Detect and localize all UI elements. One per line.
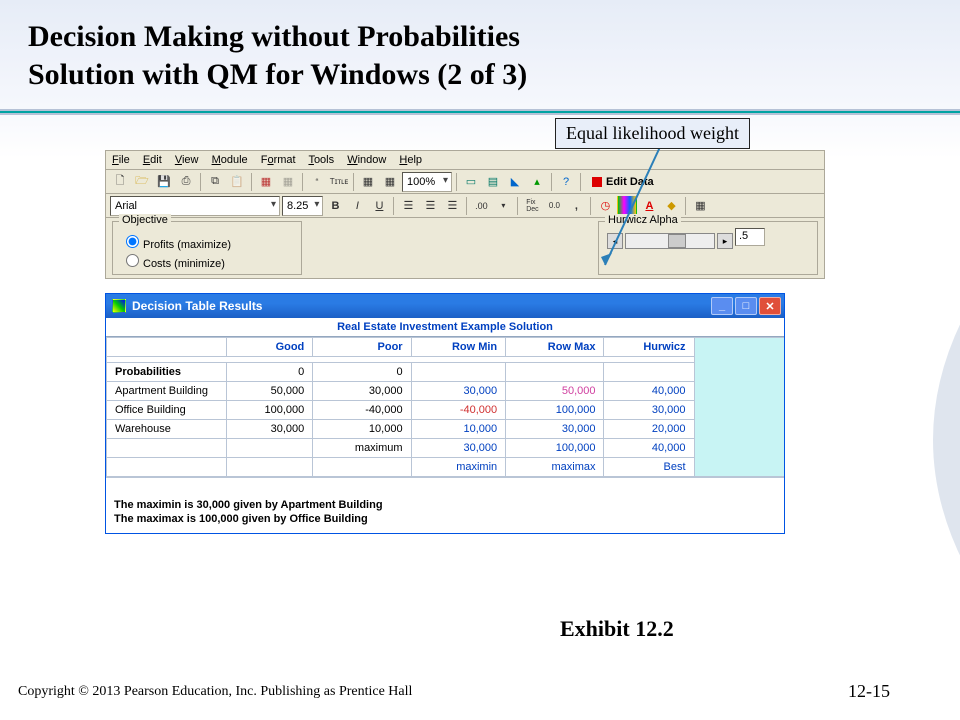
alpha-value: .5 — [735, 228, 765, 246]
cal1-icon[interactable]: ▦ — [358, 172, 378, 192]
col-rowmax: Row Max — [506, 338, 604, 357]
fixdec-button[interactable]: FixDec — [522, 196, 542, 216]
table-row: Probabilities 0 0 — [107, 363, 785, 382]
help-icon[interactable]: ? — [556, 172, 576, 192]
grid2-icon[interactable]: ▦ — [278, 172, 298, 192]
toolbar-standard: 🗋 🗁 💾 ⎙ ⧉ 📋 ▦ ▦ “ Tɪᴛʟᴇ ▦ ▦ 100% ▭ ▤ ◣ ▴… — [105, 170, 825, 194]
align-left-icon[interactable]: ☰ — [398, 196, 418, 216]
menu-help[interactable]: Help — [399, 154, 422, 166]
callout-equal-likelihood: Equal likelihood weight — [555, 118, 750, 149]
size-combo[interactable]: 8.25 — [282, 196, 323, 216]
col-blank — [107, 338, 227, 357]
table-row: Office Building 100,000 -40,000 -40,000 … — [107, 401, 785, 420]
copyright-text: Copyright © 2013 Pearson Education, Inc.… — [18, 684, 412, 700]
divider-band — [0, 109, 960, 115]
open-icon[interactable]: 🗁 — [132, 172, 152, 192]
app-icon — [112, 299, 126, 313]
summary-row: maximum 30,000 100,000 40,000 — [107, 439, 785, 458]
table-caption: Real Estate Investment Example Solution — [106, 318, 784, 337]
note-maximin: The maximin is 30,000 given by Apartment… — [114, 498, 776, 512]
objective-title: Objective — [119, 214, 171, 226]
menu-window[interactable]: Window — [347, 154, 386, 166]
radio-profits[interactable]: Profits (maximize) — [121, 232, 293, 251]
align-right-icon[interactable]: ☰ — [442, 196, 462, 216]
alpha-scroll-track[interactable] — [625, 233, 715, 249]
objective-group: Objective Profits (maximize) Costs (mini… — [112, 221, 302, 275]
calc-icon[interactable]: ▤ — [483, 172, 503, 192]
edit-data-button[interactable]: Edit Data — [585, 174, 661, 190]
exhibit-label: Exhibit 12.2 — [560, 616, 674, 642]
menu-edit[interactable]: Edit — [143, 154, 162, 166]
table-row: Apartment Building 50,000 30,000 30,000 … — [107, 382, 785, 401]
maximize-button[interactable]: □ — [735, 297, 757, 315]
zerozero-button[interactable]: 0.0 — [544, 196, 564, 216]
table-row: Warehouse 30,000 10,000 10,000 30,000 20… — [107, 420, 785, 439]
bold-button[interactable]: B — [325, 196, 345, 216]
col-poor: Poor — [313, 338, 411, 357]
note-maximax: The maximax is 100,000 given by Office B… — [114, 512, 776, 526]
chevron-down-icon[interactable]: ▾ — [493, 196, 513, 216]
alpha-scroll-right[interactable]: ▸ — [717, 233, 733, 249]
qm-screenshot: File Edit View Module Format Tools Windo… — [105, 150, 825, 534]
comma-button[interactable]: , — [566, 196, 586, 216]
chart-icon[interactable]: ◣ — [505, 172, 525, 192]
menu-view[interactable]: View — [175, 154, 199, 166]
decimal-button[interactable]: .00 — [471, 196, 491, 216]
radio-costs[interactable]: Costs (minimize) — [121, 251, 293, 270]
page-number: 12-15 — [848, 681, 890, 702]
quote-icon[interactable]: “ — [307, 172, 327, 192]
col-rowmin: Row Min — [411, 338, 506, 357]
title-line-2: Solution with QM for Windows (2 of 3) — [28, 58, 527, 91]
alpha-scroll-thumb[interactable] — [668, 234, 686, 248]
menu-format[interactable]: Format — [261, 154, 296, 166]
italic-button[interactable]: I — [347, 196, 367, 216]
screen-icon[interactable]: ▭ — [461, 172, 481, 192]
criteria-row: maximin maximax Best — [107, 458, 785, 477]
minimize-button[interactable]: _ — [711, 297, 733, 315]
fill-color-icon[interactable]: ◆ — [661, 196, 681, 216]
menubar[interactable]: File Edit View Module Format Tools Windo… — [105, 150, 825, 170]
menu-file[interactable]: File — [112, 154, 130, 166]
decorative-arcs — [820, 260, 960, 620]
font-combo[interactable]: Arial — [110, 196, 280, 216]
text-color-icon[interactable]: A — [639, 196, 659, 216]
copy-icon[interactable]: ⧉ — [205, 172, 225, 192]
cal2-icon[interactable]: ▦ — [380, 172, 400, 192]
decision-table: Good Poor Row Min Row Max Hurwicz Probab… — [106, 337, 784, 477]
close-button[interactable]: ✕ — [759, 297, 781, 315]
underline-button[interactable]: U — [369, 196, 389, 216]
window-title: Decision Table Results — [132, 299, 262, 313]
results-notes: The maximin is 30,000 given by Apartment… — [106, 477, 784, 533]
menu-module[interactable]: Module — [212, 154, 248, 166]
title-icon[interactable]: Tɪᴛʟᴇ — [329, 172, 349, 192]
paste-icon[interactable]: 📋 — [227, 172, 247, 192]
save-icon[interactable]: 💾 — [154, 172, 174, 192]
new-icon[interactable]: 🗋 — [110, 172, 130, 192]
zoom-combo[interactable]: 100% — [402, 172, 452, 192]
print-icon[interactable]: ⎙ — [176, 172, 196, 192]
menu-tools[interactable]: Tools — [308, 154, 334, 166]
col-good: Good — [227, 338, 313, 357]
hurwicz-group: Hurwicz Alpha ◂ ▸ .5 — [598, 221, 818, 275]
title-line-1: Decision Making without Probabilities — [28, 20, 520, 53]
table-icon[interactable]: ▦ — [690, 196, 710, 216]
col-hurwicz: Hurwicz — [604, 338, 694, 357]
tree-icon[interactable]: ▴ — [527, 172, 547, 192]
align-center-icon[interactable]: ☰ — [420, 196, 440, 216]
slide-title: Decision Making without Probabilities So… — [0, 0, 960, 99]
results-window: Decision Table Results _ □ ✕ Real Estate… — [105, 293, 785, 534]
clock-icon[interactable]: ◷ — [595, 196, 615, 216]
toolbar-format: Arial 8.25 B I U ☰ ☰ ☰ .00 ▾ FixDec 0.0 … — [105, 194, 825, 218]
alpha-scroll-left[interactable]: ◂ — [607, 233, 623, 249]
hurwicz-title: Hurwicz Alpha — [605, 214, 681, 226]
colors-icon[interactable] — [617, 196, 637, 216]
grid-icon[interactable]: ▦ — [256, 172, 276, 192]
